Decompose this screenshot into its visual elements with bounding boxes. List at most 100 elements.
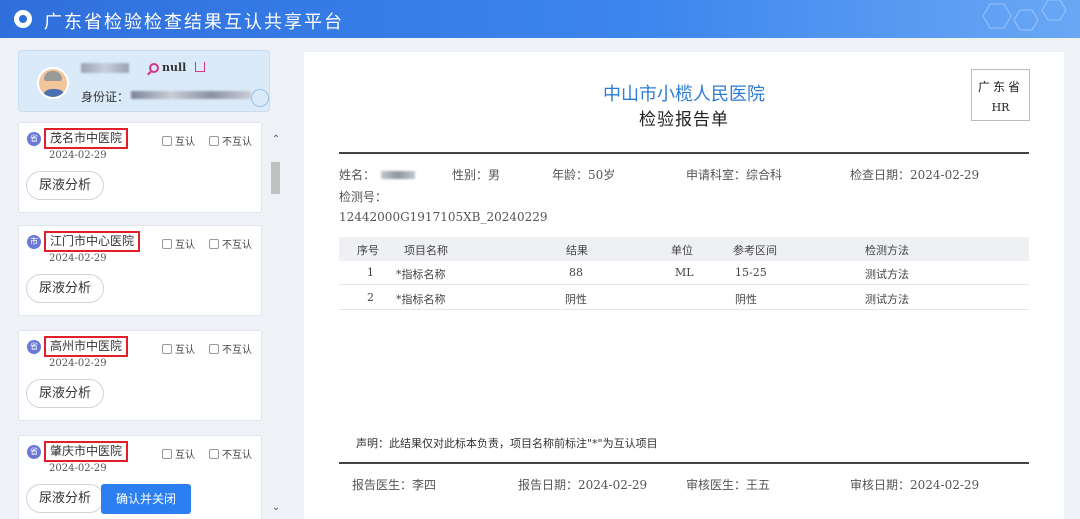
mutual-recognition-stamp: 广东省 HR	[971, 69, 1030, 121]
mutual-checkbox[interactable]: 互认	[162, 446, 195, 461]
top-divider	[339, 152, 1029, 154]
patient-name-field: 姓名：	[339, 166, 416, 183]
report-title: 检验报告单	[639, 110, 729, 130]
stamp-line-1: 广东省	[977, 80, 1023, 94]
hospital-card: 省 茂名市中医院 互认 不互认 2024-02-29 尿液分析	[18, 122, 262, 213]
cell-item: *指标名称	[396, 293, 446, 306]
report-notice: 声明：此结果仅对此标本负责，项目名称前标注"*"为互认项目	[356, 437, 658, 450]
search-icon[interactable]	[149, 63, 159, 73]
header-decoration-icon	[982, 0, 1067, 31]
hospital-list: 省 茂名市中医院 互认 不互认 2024-02-29 尿液分析 市 江门市中心医…	[18, 122, 262, 519]
hospital-card: 省 高州市中医院 互认 不互认 2024-02-29 尿液分析	[18, 330, 262, 421]
column-header: 检测方法	[865, 244, 909, 257]
non-mutual-label: 不互认	[222, 450, 252, 461]
checkbox-box[interactable]	[209, 239, 219, 249]
stamp-line-2: HR	[991, 101, 1010, 114]
reviewer: 审核医生：王五	[686, 478, 771, 492]
name-redacted	[381, 171, 416, 179]
avatar	[37, 67, 69, 99]
urinalysis-button[interactable]: 尿液分析	[26, 484, 105, 513]
hospital-list-scrollbar[interactable]: ⌃ ⌄	[268, 122, 284, 519]
mutual-checkbox[interactable]: 互认	[162, 133, 195, 148]
scale-icon	[195, 62, 205, 72]
cell-result: 阴性	[565, 293, 587, 306]
report-panel: 中山市小榄人民医院 检验报告单 广东省 HR 姓名： 性别：男 年龄：50岁 申…	[304, 52, 1064, 519]
checkbox-box[interactable]	[162, 344, 172, 354]
record-date: 2024-02-29	[49, 150, 107, 161]
level-badge: 市	[27, 235, 41, 249]
column-header: 项目名称	[404, 244, 448, 257]
patient-info-card: null 身份证：	[18, 50, 270, 112]
cell-result: 88	[569, 266, 583, 279]
checkbox-box[interactable]	[162, 136, 172, 146]
record-date: 2024-02-29	[49, 358, 107, 369]
hospital-card: 市 江门市中心医院 互认 不互认 2024-02-29 尿液分析	[18, 225, 262, 316]
cell-method: 测试方法	[865, 293, 909, 306]
non-mutual-checkbox[interactable]: 不互认	[209, 236, 252, 251]
cell-item: *指标名称	[396, 268, 446, 281]
age-field: 年龄：50岁	[552, 168, 616, 182]
report-hospital-name: 中山市小榄人民医院	[603, 84, 765, 105]
hospital-card: 省 肇庆市中医院 互认 不互认 2024-02-29 尿液分析 确认并关闭	[18, 435, 262, 519]
non-mutual-checkbox[interactable]: 不互认	[209, 446, 252, 461]
column-header: 序号	[357, 244, 379, 257]
level-badge: 省	[27, 132, 41, 146]
urinalysis-button[interactable]: 尿液分析	[26, 379, 105, 408]
level-badge: 省	[27, 340, 41, 354]
mutual-checkbox[interactable]: 互认	[162, 236, 195, 251]
scroll-thumb[interactable]	[271, 162, 280, 194]
mutual-label: 互认	[175, 450, 195, 461]
checkbox-box[interactable]	[162, 449, 172, 459]
non-mutual-checkbox[interactable]: 不互认	[209, 133, 252, 148]
id-card-label: 身份证：	[81, 90, 130, 104]
column-header: 单位	[671, 244, 693, 257]
hospital-name: 高州市中医院	[44, 336, 129, 357]
urinalysis-button[interactable]: 尿液分析	[26, 171, 105, 200]
platform-title: 广东省检验检查结果互认共享平台	[44, 12, 344, 33]
mutual-label: 互认	[175, 345, 195, 356]
scroll-up-icon[interactable]: ⌃	[271, 135, 281, 145]
test-no-value: 12442000G1917105XB_20240229	[339, 210, 548, 224]
gender-field: 性别：男	[452, 168, 501, 182]
patient-status-text: null	[162, 61, 187, 74]
urinalysis-button[interactable]: 尿液分析	[26, 274, 105, 303]
left-panel: null 身份证： 省 茂名市中医院 互认 不互认 2024-02-29 尿液分…	[0, 38, 288, 519]
exam-date-field: 检查日期：2024-02-29	[850, 168, 980, 182]
department-field: 申请科室：综合科	[686, 168, 783, 182]
cell-unit: ML	[675, 266, 694, 279]
confirm-close-button[interactable]: 确认并关闭	[101, 484, 191, 514]
non-mutual-label: 不互认	[222, 240, 252, 251]
hospital-name: 茂名市中医院	[44, 128, 129, 149]
record-date: 2024-02-29	[49, 253, 107, 264]
level-badge: 省	[27, 445, 41, 459]
cell-range: 15-25	[735, 266, 767, 279]
non-mutual-label: 不互认	[222, 345, 252, 356]
report-doctor: 报告医生：李四	[352, 478, 437, 492]
mutual-label: 互认	[175, 137, 195, 148]
column-header: 结果	[566, 244, 588, 257]
patient-name-redacted	[81, 63, 129, 73]
non-mutual-label: 不互认	[222, 137, 252, 148]
mutual-checkbox[interactable]: 互认	[162, 341, 195, 356]
checkbox-box[interactable]	[209, 449, 219, 459]
table-row: 2 *指标名称 阴性 阴性 测试方法	[339, 286, 1029, 310]
top-bar: 广东省检验检查结果互认共享平台	[0, 0, 1080, 38]
id-card-value-redacted	[131, 91, 251, 99]
test-no-label: 检测号：	[339, 190, 388, 204]
cell-index: 2	[367, 291, 374, 304]
checkbox-box[interactable]	[209, 136, 219, 146]
non-mutual-checkbox[interactable]: 不互认	[209, 341, 252, 356]
scroll-down-icon[interactable]: ⌄	[271, 503, 281, 513]
cell-index: 1	[367, 266, 374, 279]
checkbox-box[interactable]	[209, 344, 219, 354]
checkbox-box[interactable]	[162, 239, 172, 249]
cell-method: 测试方法	[865, 268, 909, 281]
platform-logo-icon	[14, 10, 32, 28]
mutual-label: 互认	[175, 240, 195, 251]
table-row: 1 *指标名称 88 ML 15-25 测试方法	[339, 261, 1029, 285]
bottom-divider	[339, 462, 1029, 464]
review-date: 审核日期：2024-02-29	[850, 478, 980, 492]
column-header: 参考区间	[733, 244, 777, 257]
hospital-name: 江门市中心医院	[44, 231, 141, 252]
fingerprint-icon	[251, 89, 269, 107]
